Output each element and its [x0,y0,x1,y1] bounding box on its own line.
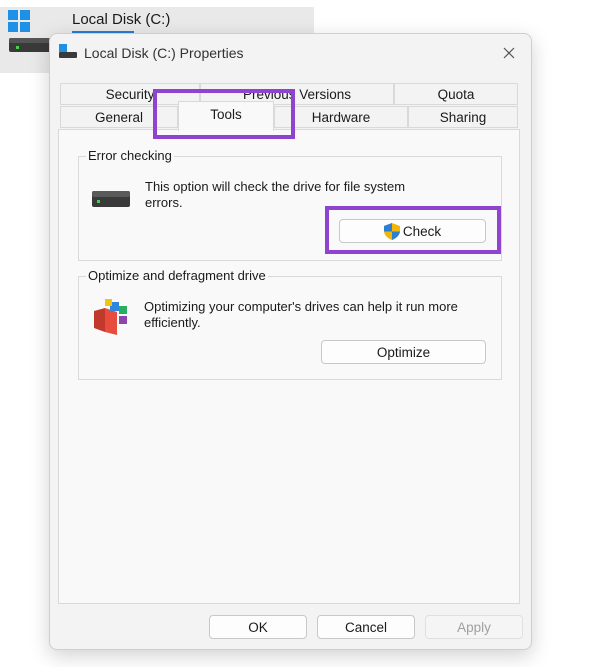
uac-shield-icon [383,222,400,240]
cancel-button[interactable]: Cancel [317,615,415,639]
windows-logo-icon [8,10,30,32]
tab-quota[interactable]: Quota [394,83,518,105]
drive-icon [92,191,130,207]
apply-button[interactable]: Apply [425,615,523,639]
optimize-description: Optimizing your computer's drives can he… [144,299,499,331]
tab-general[interactable]: General [60,106,178,128]
dialog-title: Local Disk (C:) Properties [84,45,244,61]
optimize-group: Optimize and defragment drive Optimizing… [78,268,502,380]
error-checking-description-line2: errors. [145,195,183,210]
check-button-label: Check [402,223,442,239]
close-icon [503,47,515,59]
error-checking-description: This option will check the drive for fil… [145,179,495,211]
tab-sharing[interactable]: Sharing [408,106,518,128]
optimize-description-line2: efficiently. [144,315,201,330]
drive-icon [59,44,77,58]
background-window-title: Local Disk (C:) [72,11,171,28]
tab-panel-tools: Error checking This option will check th… [58,129,520,604]
defrag-icon [94,299,127,335]
ok-button[interactable]: OK [209,615,307,639]
error-checking-description-line1: This option will check the drive for fil… [145,179,406,194]
properties-dialog: Local Disk (C:) Properties Security Prev… [49,33,532,650]
error-checking-group: Error checking This option will check th… [78,148,502,261]
error-checking-label: Error checking [86,148,174,163]
optimize-button[interactable]: Optimize [321,340,486,364]
optimize-description-line1: Optimizing your computer's drives can he… [144,299,458,314]
close-button[interactable] [496,42,522,64]
optimize-label: Optimize and defragment drive [86,268,268,283]
tab-tools[interactable]: Tools [178,101,274,131]
tab-hardware[interactable]: Hardware [274,106,408,128]
check-button[interactable]: Check [339,219,486,243]
drive-icon [9,38,51,52]
